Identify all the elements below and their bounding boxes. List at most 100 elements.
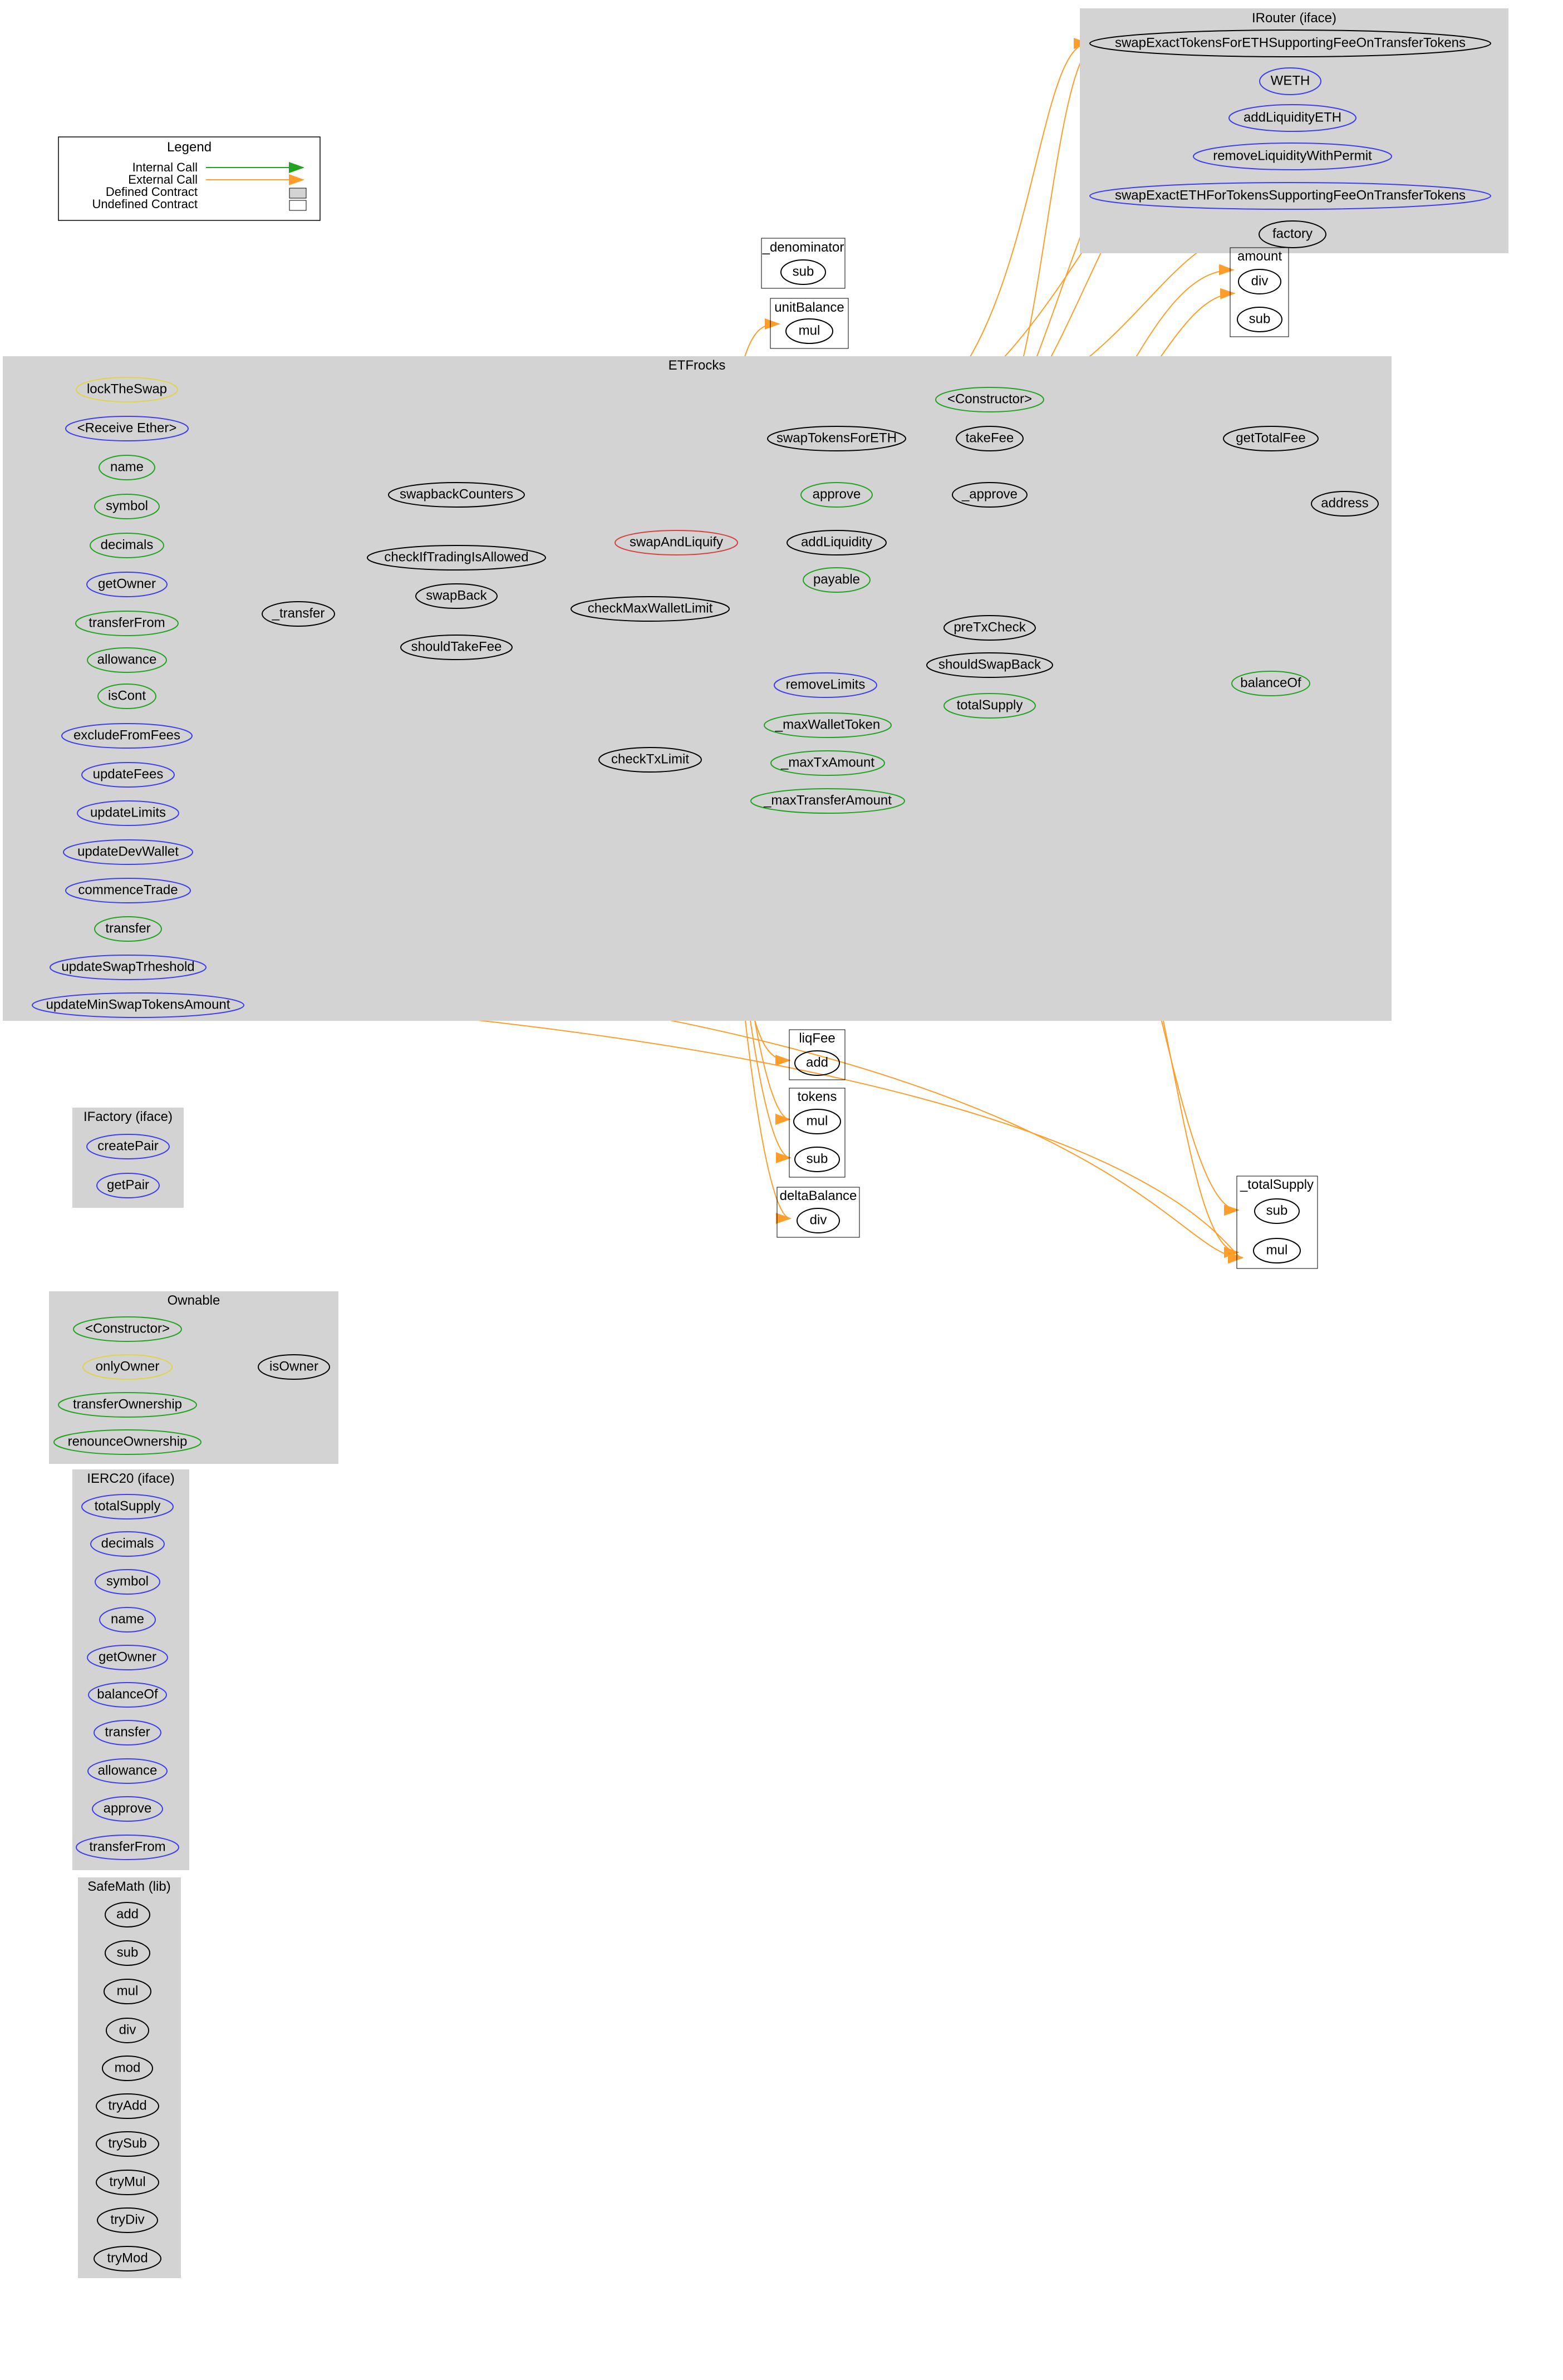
legend-title: Legend [167, 140, 212, 155]
etf-transfer2: transfer [105, 921, 150, 936]
sm-tryDiv: tryDiv [110, 2212, 144, 2227]
sm-mod: mod [115, 2060, 141, 2075]
ifactory-getPair: getPair [107, 1177, 149, 1192]
etf-transferFrom: transferFrom [89, 615, 165, 630]
ierc20-approve: approve [104, 1801, 152, 1816]
irouter-factory: factory [1272, 226, 1313, 241]
ownable-title: Ownable [168, 1293, 220, 1308]
etf-allowance: allowance [97, 652, 157, 667]
tokens-mul: mul [807, 1113, 828, 1128]
etf-decimals: decimals [101, 537, 154, 552]
ifactory-cluster: IFactory (iface) createPair getPair [72, 1108, 184, 1208]
ierc20-symbol: symbol [106, 1573, 149, 1589]
irouter-swapExactTokens: swapExactTokensForETHSupportingFeeOnTran… [1115, 35, 1466, 50]
ownable-isOwner: isOwner [269, 1359, 318, 1374]
etf-address: address [1321, 495, 1368, 510]
sm-tryAdd: tryAdd [108, 2098, 146, 2113]
amount-cluster: amount div sub [1230, 248, 1289, 337]
ierc20-transferFrom: transferFrom [89, 1839, 165, 1854]
etf-payable: payable [813, 572, 860, 587]
tokens-sub: sub [807, 1151, 828, 1166]
irouter-title: IRouter (iface) [1252, 11, 1336, 26]
etf-swapAndLiquify: swapAndLiquify [630, 534, 723, 549]
etf-takeFee: takeFee [966, 430, 1014, 445]
etfrocks-cluster: ETFrocks lockTheSwap <Receive Ether> nam… [3, 356, 1392, 1021]
etf-checkMaxWallet: checkMaxWalletLimit [588, 601, 713, 616]
etf-name: name [110, 459, 144, 474]
etf-updateLimits: updateLimits [90, 805, 166, 820]
amount-title: amount [1237, 249, 1282, 264]
deltabalance-cluster: deltaBalance div [777, 1187, 859, 1237]
ierc20-transfer: transfer [105, 1724, 150, 1739]
totalsupply-lib-cluster: _totalSupply sub mul [1237, 1176, 1318, 1268]
ierc20-balanceOf: balanceOf [97, 1686, 158, 1702]
denom-sub: sub [793, 264, 814, 279]
ownable-renounceOwnership: renounceOwnership [68, 1434, 188, 1449]
etfrocks-title: ETFrocks [669, 358, 726, 373]
irouter-swapExactETH: swapExactETHForTokensSupportingFeeOnTran… [1115, 188, 1466, 203]
etf-shouldSwapBack: shouldSwapBack [938, 657, 1041, 672]
ierc20-name: name [111, 1611, 144, 1626]
sm-add: add [116, 1906, 139, 1921]
legend-box: Legend Internal Call External Call Defin… [58, 137, 320, 220]
etf-getOwner: getOwner [98, 576, 156, 591]
etf-maxTransferAmount: _maxTransferAmount [763, 793, 892, 808]
etf-updateSwapTrheshold: updateSwapTrheshold [61, 959, 194, 974]
etf-preTxCheck: preTxCheck [953, 619, 1026, 635]
ownable-cluster: Ownable <Constructor> onlyOwner isOwner … [49, 1291, 338, 1464]
sm-tryMul: tryMul [109, 2174, 145, 2189]
etf-removeLimits: removeLimits [786, 677, 866, 692]
etf-constructor: <Constructor> [947, 391, 1032, 406]
sm-div: div [119, 2022, 136, 2037]
sm-tryMod: tryMod [107, 2250, 148, 2265]
ierc20-allowance: allowance [98, 1763, 158, 1778]
etf-shouldTakeFee: shouldTakeFee [411, 639, 502, 654]
safemath-cluster: SafeMath (lib) add sub mul div mod tryAd… [78, 1877, 181, 2278]
etf-checkTxLimit: checkTxLimit [611, 751, 689, 766]
irouter-weth: WETH [1271, 73, 1310, 88]
delta-div: div [810, 1212, 827, 1227]
sm-sub: sub [117, 1945, 139, 1960]
ifactory-title: IFactory (iface) [83, 1109, 173, 1124]
ownable-onlyOwner: onlyOwner [96, 1359, 160, 1374]
etf-addLiquidity: addLiquidity [801, 534, 872, 549]
safemath-title: SafeMath (lib) [87, 1879, 170, 1894]
tokens-cluster: tokens mul sub [789, 1088, 845, 1177]
ierc20-totalSupply: totalSupply [95, 1498, 161, 1513]
liqfee-title: liqFee [799, 1031, 835, 1046]
etf-lockTheSwap: lockTheSwap [87, 381, 167, 396]
unitbalance-title: unitBalance [774, 300, 844, 315]
etf-maxTxAmount: _maxTxAmount [780, 755, 874, 770]
etf-maxWalletToken: _maxWalletToken [775, 717, 881, 732]
amount-sub: sub [1249, 311, 1271, 326]
etf-swapTokensForETH: swapTokensForETH [776, 430, 897, 445]
etf-updateMinSwap: updateMinSwapTokensAmount [46, 997, 230, 1012]
sm-mul: mul [117, 1983, 139, 1998]
etf-excludeFromFees: excludeFromFees [73, 727, 180, 742]
etf-receive: <Receive Ether> [77, 420, 177, 435]
ierc20-decimals: decimals [101, 1536, 154, 1551]
amount-div: div [1251, 273, 1269, 288]
liqfee-cluster: liqFee add [789, 1030, 845, 1080]
irouter-removeLiquidity: removeLiquidityWithPermit [1213, 148, 1372, 163]
etf-swapBack: swapBack [426, 588, 487, 603]
unitbalance-cluster: unitBalance mul [770, 298, 848, 348]
ierc20-getOwner: getOwner [99, 1649, 156, 1664]
legend-undefined-contract-label: Undefined Contract [92, 197, 198, 211]
ts-mul: mul [1266, 1242, 1288, 1257]
sm-trySub: trySub [108, 2136, 146, 2151]
etf-updateDevWallet: updateDevWallet [77, 844, 179, 859]
tokens-title: tokens [798, 1089, 837, 1104]
irouter-addLiquidityETH: addLiquidityETH [1243, 110, 1341, 125]
ierc20-cluster: IERC20 (iface) totalSupply decimals symb… [72, 1469, 189, 1870]
ownable-constructor: <Constructor> [85, 1321, 170, 1336]
ierc20-title: IERC20 (iface) [87, 1471, 174, 1486]
etf-approve: _approve [961, 486, 1018, 501]
unit-mul: mul [799, 323, 820, 338]
etf-checkTrading: checkIfTradingIsAllowed [384, 549, 528, 564]
etf-getTotalFee: getTotalFee [1236, 430, 1305, 445]
etf-approve2: approve [813, 486, 861, 501]
ownable-transferOwnership: transferOwnership [73, 1396, 182, 1412]
contract-call-graph: Legend Internal Call External Call Defin… [0, 0, 1563, 2380]
ifactory-createPair: createPair [97, 1138, 158, 1153]
